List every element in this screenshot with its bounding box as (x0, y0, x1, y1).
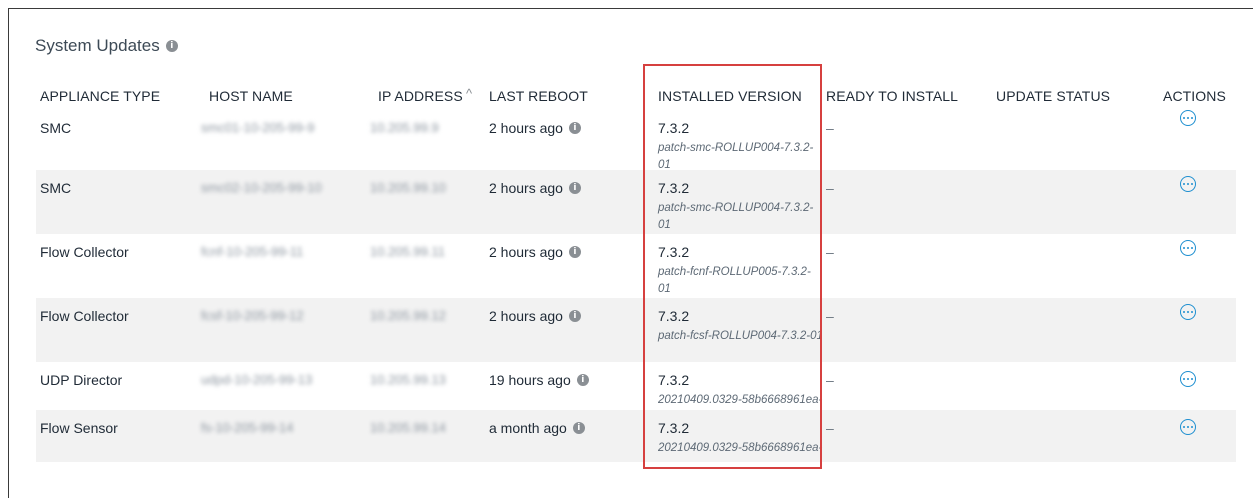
last-reboot-cell: 2 hours ago i (489, 120, 581, 136)
last-reboot-text: 2 hours ago (489, 244, 563, 260)
version-number: 7.3.2 (658, 372, 690, 388)
ready-to-install-cell: – (826, 180, 834, 196)
ip-address-cell: 10.205.99.10 (370, 180, 446, 195)
info-icon[interactable]: i (568, 310, 581, 322)
version-number: 7.3.2 (658, 244, 690, 260)
host-name-cell: fcnf-10-205-99-11 (201, 244, 304, 259)
installed-version-cell: 7.3.2 20210409.0329-58b6668961ea- (658, 420, 824, 457)
host-name-cell: fcsf-10-205-99-12 (201, 308, 304, 323)
table-header: APPLIANCE TYPE HOST NAME IP ADDRESS ^ LA… (36, 84, 1236, 110)
table-row: UDP Director udpd-10-205-99-13 10.205.99… (36, 362, 1236, 410)
ellipsis-circle-icon[interactable] (1180, 110, 1196, 126)
installed-version-cell: 7.3.2 patch-smc-ROLLUP004-7.3.2-01 (658, 120, 823, 174)
last-reboot-cell: a month ago i (489, 420, 585, 436)
ip-address-cell: 10.205.99.11 (370, 244, 445, 259)
ip-address-cell: 10.205.99.9 (370, 120, 439, 135)
last-reboot-cell: 2 hours ago i (489, 308, 581, 324)
last-reboot-cell: 19 hours ago i (489, 372, 589, 388)
patch-name: patch-fcnf-ROLLUP005-7.3.2-01 (658, 266, 811, 295)
appliance-type-cell: Flow Collector (40, 308, 129, 324)
last-reboot-text: 2 hours ago (489, 120, 563, 136)
installed-version-cell: 7.3.2 patch-fcnf-ROLLUP005-7.3.2-01 (658, 244, 823, 298)
version-number: 7.3.2 (658, 308, 690, 324)
info-icon[interactable]: i (572, 422, 585, 434)
last-reboot-cell: 2 hours ago i (489, 180, 581, 196)
installed-version-cell: 7.3.2 patch-smc-ROLLUP004-7.3.2-01 (658, 180, 823, 234)
ellipsis-circle-icon[interactable] (1180, 176, 1196, 192)
column-appliance-type[interactable]: APPLIANCE TYPE (40, 88, 160, 104)
last-reboot-text: 2 hours ago (489, 308, 563, 324)
appliance-type-cell: Flow Collector (40, 244, 129, 260)
installed-version-cell: 7.3.2 20210409.0329-58b6668961ea- (658, 372, 824, 409)
ready-to-install-cell: – (826, 420, 834, 436)
host-name-cell: smc02-10-205-99-10 (201, 180, 322, 195)
page-title: System Updates (35, 36, 160, 55)
patch-name: 20210409.0329-58b6668961ea- (658, 442, 823, 454)
column-update-status[interactable]: UPDATE STATUS (996, 88, 1110, 104)
ready-to-install-cell: – (826, 308, 834, 324)
sort-ascending-icon[interactable]: ^ (466, 86, 472, 101)
version-number: 7.3.2 (658, 420, 690, 436)
ip-address-cell: 10.205.99.12 (370, 308, 446, 323)
appliance-type-cell: UDP Director (40, 372, 123, 388)
patch-name: 20210409.0329-58b6668961ea- (658, 394, 823, 406)
ellipsis-circle-icon[interactable] (1180, 371, 1196, 387)
ip-address-cell: 10.205.99.13 (370, 372, 446, 387)
last-reboot-text: 19 hours ago (489, 372, 571, 388)
patch-name: patch-smc-ROLLUP004-7.3.2-01 (658, 202, 814, 231)
installed-version-cell: 7.3.2 patch-fcsf-ROLLUP004-7.3.2-01 (658, 308, 823, 345)
info-icon[interactable]: i (568, 122, 581, 134)
info-icon[interactable]: i (568, 182, 581, 194)
ellipsis-circle-icon[interactable] (1180, 240, 1196, 256)
ip-address-cell: 10.205.99.14 (370, 420, 446, 435)
column-ready-to-install[interactable]: READY TO INSTALL (826, 88, 958, 104)
info-icon[interactable]: i (576, 374, 589, 386)
appliance-type-cell: SMC (40, 120, 72, 136)
table-row: Flow Sensor fs-10-205-99-14 10.205.99.14… (36, 410, 1236, 462)
table-row: SMC smc02-10-205-99-10 10.205.99.10 2 ho… (36, 170, 1236, 234)
column-host-name[interactable]: HOST NAME (209, 88, 293, 104)
host-name-cell: fs-10-205-99-14 (201, 420, 294, 435)
info-icon[interactable]: i (165, 40, 178, 52)
host-name-cell: udpd-10-205-99-13 (201, 372, 313, 387)
last-reboot-text: a month ago (489, 420, 567, 436)
ellipsis-circle-icon[interactable] (1180, 304, 1196, 320)
version-number: 7.3.2 (658, 120, 690, 136)
column-actions: ACTIONS (1163, 88, 1226, 104)
appliance-type-cell: SMC (40, 180, 72, 196)
table-row: SMC smc01-10-205-99-9 10.205.99.9 2 hour… (36, 110, 1236, 171)
info-icon[interactable]: i (568, 246, 581, 258)
ready-to-install-cell: – (826, 372, 834, 388)
panel-header: System Updates i (35, 36, 178, 56)
table-row: Flow Collector fcnf-10-205-99-11 10.205.… (36, 234, 1236, 298)
last-reboot-cell: 2 hours ago i (489, 244, 581, 260)
ellipsis-circle-icon[interactable] (1180, 419, 1196, 435)
ready-to-install-cell: – (826, 244, 834, 260)
ready-to-install-cell: – (826, 120, 834, 136)
patch-name: patch-smc-ROLLUP004-7.3.2-01 (658, 142, 814, 171)
column-last-reboot[interactable]: LAST REBOOT (489, 88, 588, 104)
column-installed-version[interactable]: INSTALLED VERSION (658, 88, 802, 104)
version-number: 7.3.2 (658, 180, 690, 196)
table-row: Flow Collector fcsf-10-205-99-12 10.205.… (36, 298, 1236, 362)
host-name-cell: smc01-10-205-99-9 (201, 120, 315, 135)
column-ip-address[interactable]: IP ADDRESS (378, 88, 463, 104)
patch-name: patch-fcsf-ROLLUP004-7.3.2-01 (658, 330, 823, 342)
appliance-type-cell: Flow Sensor (40, 420, 118, 436)
last-reboot-text: 2 hours ago (489, 180, 563, 196)
